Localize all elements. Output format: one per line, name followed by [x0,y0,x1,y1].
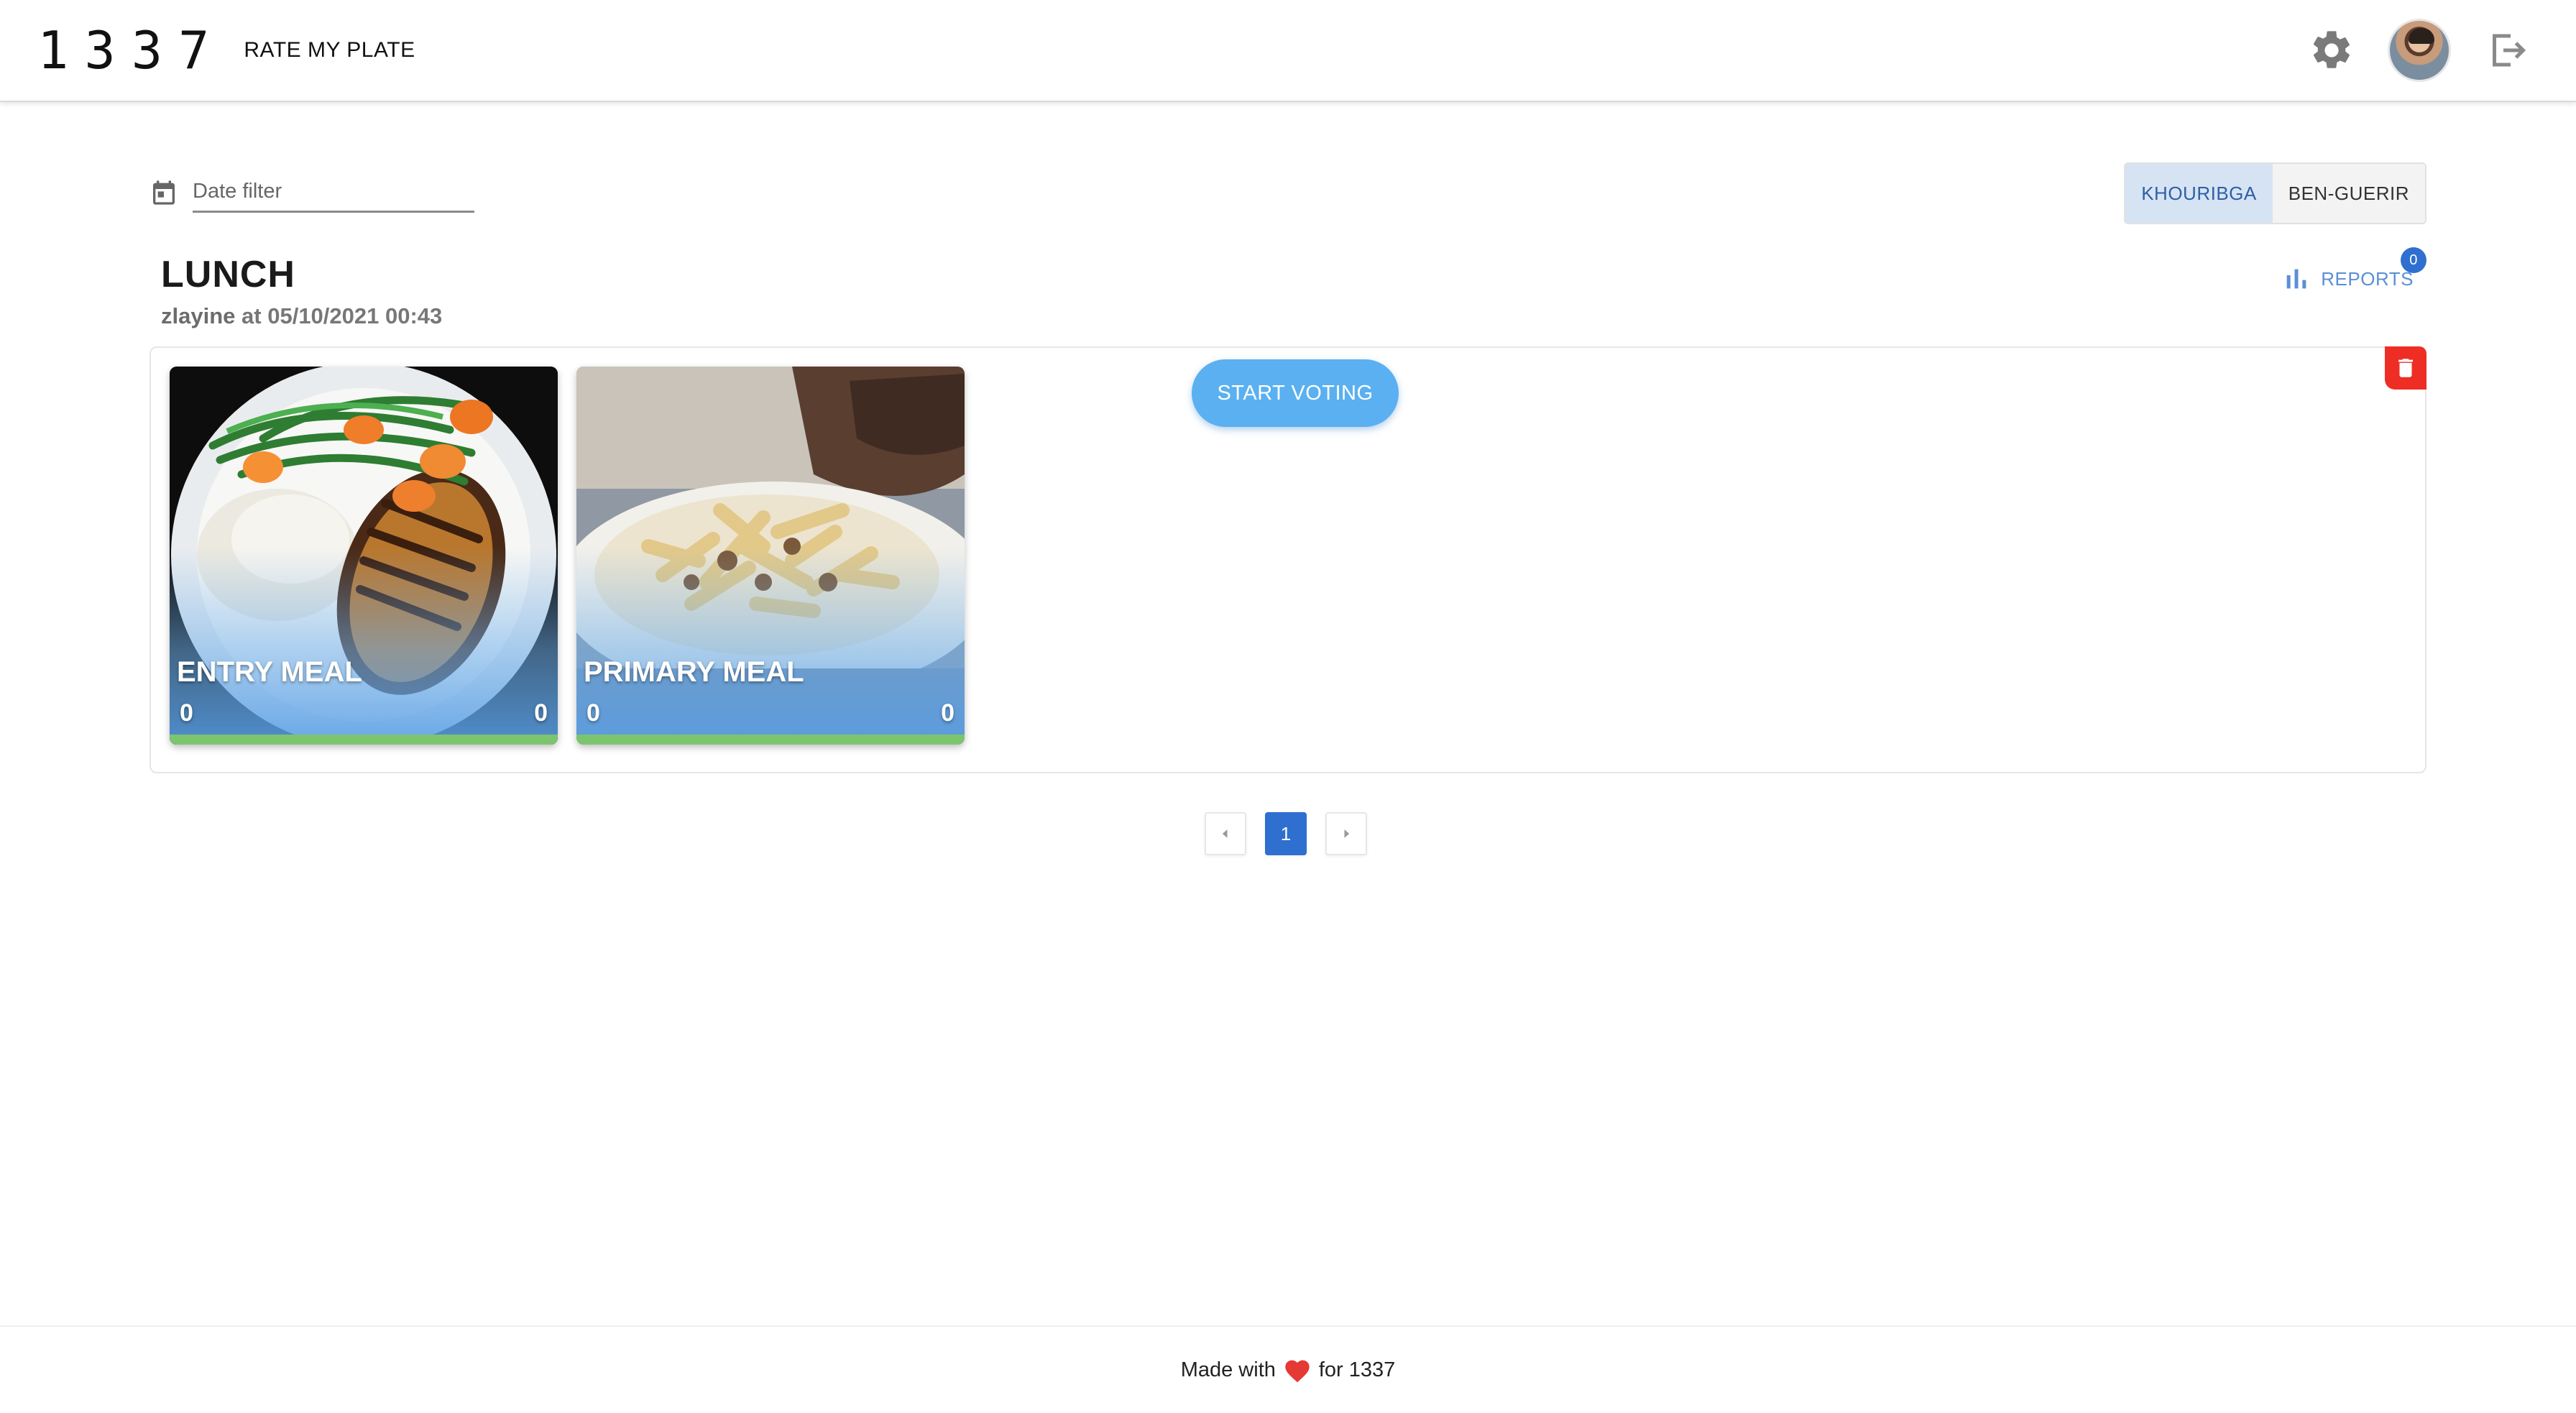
footer: Made with for 1337 [0,1325,2576,1413]
chevron-right-icon [1344,829,1350,838]
meal-card: ENTRY MEAL 0 0 PRIMARY MEAL 0 0 START VO… [150,346,2426,773]
delete-meal-button[interactable] [2385,346,2426,390]
gear-icon [2313,31,2350,68]
reports-button[interactable]: REPORTS 0 [2282,247,2426,293]
meal-datetime: 05/10/2021 00:43 [267,303,443,328]
start-voting-button[interactable]: START VOTING [1192,359,1399,427]
settings-button[interactable] [2300,19,2363,82]
footer-for-text: for 1337 [1318,1358,1396,1381]
logo-mark: 1337 [37,20,226,80]
avatar[interactable] [2388,19,2451,82]
pagination: 1 [1205,812,1367,855]
dish-overlay [576,548,965,735]
page-1-button[interactable]: 1 [1265,812,1307,855]
dish-score-left: 0 [586,699,600,727]
dish-progress-bar [170,735,558,745]
logout-icon [2493,34,2526,67]
meal-meta: zlayine at 05/10/2021 00:43 [161,303,442,329]
header-actions [2300,19,2539,82]
footer-made-with: Made with [1180,1358,1276,1381]
app-name: RATE MY PLATE [244,38,415,62]
dish-overlay [170,548,558,735]
reports-label: REPORTS [2321,267,2414,290]
next-page-button[interactable] [1325,812,1367,855]
meal-meta-connector: at [242,303,262,328]
logout-button[interactable] [2475,19,2539,82]
prev-page-button[interactable] [1205,812,1246,855]
trash-icon [2398,359,2413,377]
campus-toggle: KHOURIBGA BEN-GUERIR [2124,162,2426,224]
campus-khouribga-button[interactable]: KHOURIBGA [2125,164,2273,223]
bar-chart-icon [2286,269,2306,289]
dish-card-primary[interactable]: PRIMARY MEAL 0 0 [576,367,965,745]
dish-score-left: 0 [180,699,193,727]
dish-name: ENTRY MEAL [177,656,362,688]
date-filter-input[interactable] [193,172,474,213]
heart-icon [1285,1360,1310,1383]
dish-score-right: 0 [941,699,954,727]
reports-count-badge: 0 [2401,247,2426,273]
chevron-left-icon [1222,829,1228,838]
dish-score-right: 0 [534,699,548,727]
dish-progress-bar [576,735,965,745]
campus-ben-guerir-button[interactable]: BEN-GUERIR [2272,164,2425,223]
dish-card-entry[interactable]: ENTRY MEAL 0 0 [170,367,558,745]
dish-name: PRIMARY MEAL [584,656,804,688]
calendar-icon [153,180,175,205]
date-filter [150,172,474,213]
meal-title: LUNCH [161,254,295,295]
app-header: 1337 RATE MY PLATE [0,0,2576,102]
logo[interactable]: 1337 RATE MY PLATE [37,24,415,76]
meal-author: zlayine [161,303,236,328]
